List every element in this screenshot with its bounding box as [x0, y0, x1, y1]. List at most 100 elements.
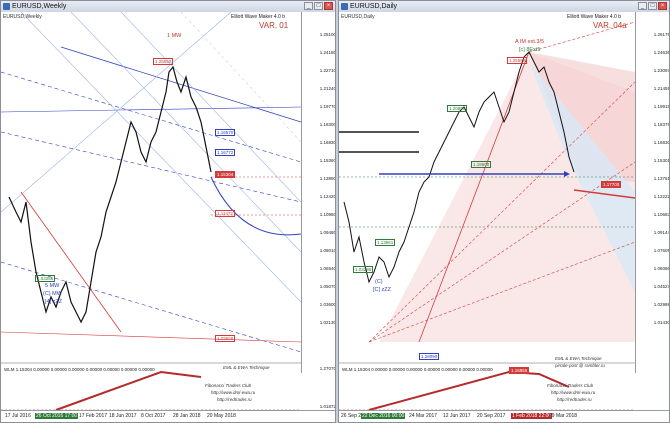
chart-icon: [3, 3, 10, 10]
price-label: 1.20897: [447, 105, 468, 112]
price-label: 1.17700: [601, 181, 622, 188]
y-tick: 1.10683: [653, 212, 670, 217]
signature-text: http://redtrader.ru: [217, 397, 252, 402]
price-label: 1.25559: [507, 57, 528, 64]
y-tick: 1.16830: [319, 140, 336, 145]
y-tick: 1.02130: [319, 320, 336, 325]
wave-label-top: 1 MW: [167, 33, 182, 39]
wave-label-bottom-2: [C] zZZ: [373, 287, 392, 293]
wlm-indicator-label: WLM 1.15304 0.00000 0.00000 0.00000 0.00…: [342, 367, 493, 372]
y-tick: 1.07605: [653, 248, 670, 253]
wave-label-top: A IM ext.3/5: [515, 39, 545, 45]
y-tick: 1.12222: [653, 194, 670, 199]
signature-text: Fibonacci Traders Club: [205, 383, 252, 388]
symbol-header: EURUSD,Weekly: [3, 14, 42, 20]
y-tick: 1.21240: [319, 86, 336, 91]
variant-label: VAR. 01: [259, 21, 289, 30]
minimize-button[interactable]: _: [638, 2, 647, 10]
y-tick: 1.19919: [653, 104, 670, 109]
x-tick: 20 Sep 2017: [477, 413, 506, 419]
y-tick: 1.13761: [653, 176, 670, 181]
y-tick: 1.27070: [319, 366, 336, 371]
y-tick: 1.06540: [319, 266, 336, 271]
price-label: 1.25550: [153, 58, 174, 65]
price-label: 1.16772: [215, 149, 236, 156]
y-tick: 1.01872: [319, 404, 336, 409]
x-tick: 24 Mar 2017: [409, 413, 438, 419]
price-axis[interactable]: 1.26175 1.24636 1.23097 1.21455 1.19919 …: [635, 12, 670, 373]
price-label: 1.03286: [35, 275, 56, 282]
y-tick: 1.04527: [653, 284, 670, 289]
price-label: 1.16570: [215, 129, 236, 136]
close-button[interactable]: ×: [324, 2, 333, 10]
price-label: 1.28090: [419, 353, 440, 360]
signature-text: pirrale-post @ rambler.ru: [555, 363, 605, 368]
wave-label-bottom-1: (C): [375, 279, 383, 285]
wave-label-bottom-3: [4] zZZ: [45, 299, 63, 305]
y-tick: 1.18300: [319, 122, 336, 127]
y-tick: 1.01430: [653, 320, 670, 325]
close-button[interactable]: ×: [658, 2, 667, 10]
y-tick: 1.09144: [653, 230, 670, 235]
x-tick: 12 Jun 2017: [443, 413, 471, 419]
signature-text: EML & EWA Technique: [223, 365, 270, 370]
price-axis[interactable]: 1.25100 1.24180 1.22710 1.21240 1.19770 …: [301, 12, 336, 409]
price-label: 1.11472: [215, 210, 235, 217]
window-title: EURUSD,Daily: [350, 3, 398, 10]
wave-label-top-2: [c] 8Ext5: [519, 47, 541, 53]
symbol-header: EURUSD,Daily: [341, 14, 375, 20]
price-label: 1.13961: [375, 239, 396, 246]
ew-maker-title: Elliott Wave Maker 4.0 b: [567, 14, 622, 20]
y-tick: 1.09480: [319, 230, 336, 235]
x-tick: 17 Jul 2016: [5, 413, 31, 419]
daily-chart-window[interactable]: EURUSD,Daily _ □ × EURUSD,Daily Elliott …: [338, 0, 670, 423]
x-tick-highlight: 1 Feb 2018 22:00: [511, 413, 553, 419]
price-label: 1.18500: [471, 161, 492, 168]
price-label: 1.03286: [353, 266, 374, 273]
variant-label: VAR. 04a: [593, 21, 627, 30]
x-tick-highlight: 26 Oct 2016 17:00: [35, 413, 79, 419]
y-tick: 1.15301: [653, 158, 670, 163]
y-tick: 1.05070: [319, 284, 336, 289]
price-chart-area[interactable]: [339, 12, 635, 412]
wave-label-bottom-2: (C) MW: [43, 291, 62, 297]
y-tick: 1.24180: [319, 50, 336, 55]
x-tick-highlight: 22 Dec 2016 00:00: [361, 413, 406, 419]
y-tick: 1.25100: [319, 32, 336, 37]
maximize-button[interactable]: □: [648, 2, 657, 10]
y-tick: 1.16830: [653, 140, 670, 145]
x-tick: 18 Jun 2017: [109, 413, 137, 419]
price-chart-area[interactable]: [1, 12, 301, 412]
signature-text: http://www.dml-ewa.ru: [211, 390, 256, 395]
y-tick: 1.02988: [653, 302, 670, 307]
y-tick: 1.10950: [319, 212, 336, 217]
price-label: 1.03658: [215, 335, 236, 342]
signature-text: http://redtrader.ru: [557, 397, 592, 402]
weekly-chart-window[interactable]: EURUSD,Weekly _ □ × EURUSD,Weekly Elliot…: [0, 0, 336, 423]
price-label: 1.16955: [509, 367, 530, 374]
x-tick: 28 Jan 2018: [173, 413, 201, 419]
y-tick: 1.19770: [319, 104, 336, 109]
y-tick: 1.12420: [319, 194, 336, 199]
window-title: EURUSD,Weekly: [12, 3, 67, 10]
y-tick: 1.06066: [653, 266, 670, 271]
y-tick: 1.03600: [319, 302, 336, 307]
y-tick: 1.22710: [319, 68, 336, 73]
y-tick: 1.18379: [653, 122, 670, 127]
y-tick: 1.23097: [653, 68, 670, 73]
signature-text: EML & EWA Technique: [555, 356, 602, 361]
y-tick: 1.08010: [319, 248, 336, 253]
y-tick: 1.13890: [319, 176, 336, 181]
maximize-button[interactable]: □: [314, 2, 323, 10]
time-axis[interactable]: 17 Jul 2016 26 Oct 2016 17:00 17 Feb 201…: [1, 410, 335, 422]
y-tick: 1.24636: [653, 50, 670, 55]
signature-text: Fibonacci Traders Club: [547, 383, 594, 388]
wlm-indicator-label: WLM 1.15304 0.00000 0.00000 0.00000 0.00…: [4, 367, 155, 372]
minimize-button[interactable]: _: [304, 2, 313, 10]
x-tick: 17 Feb 2017: [79, 413, 108, 419]
wave-label-bottom-1: 5 MW: [45, 283, 60, 289]
x-tick: 20 May 2018: [207, 413, 236, 419]
chart-icon: [341, 3, 348, 10]
time-axis[interactable]: 26 Sep 2016 22 Dec 2016 00:00 24 Mar 201…: [339, 410, 669, 422]
price-label: 1.15304: [215, 171, 236, 178]
